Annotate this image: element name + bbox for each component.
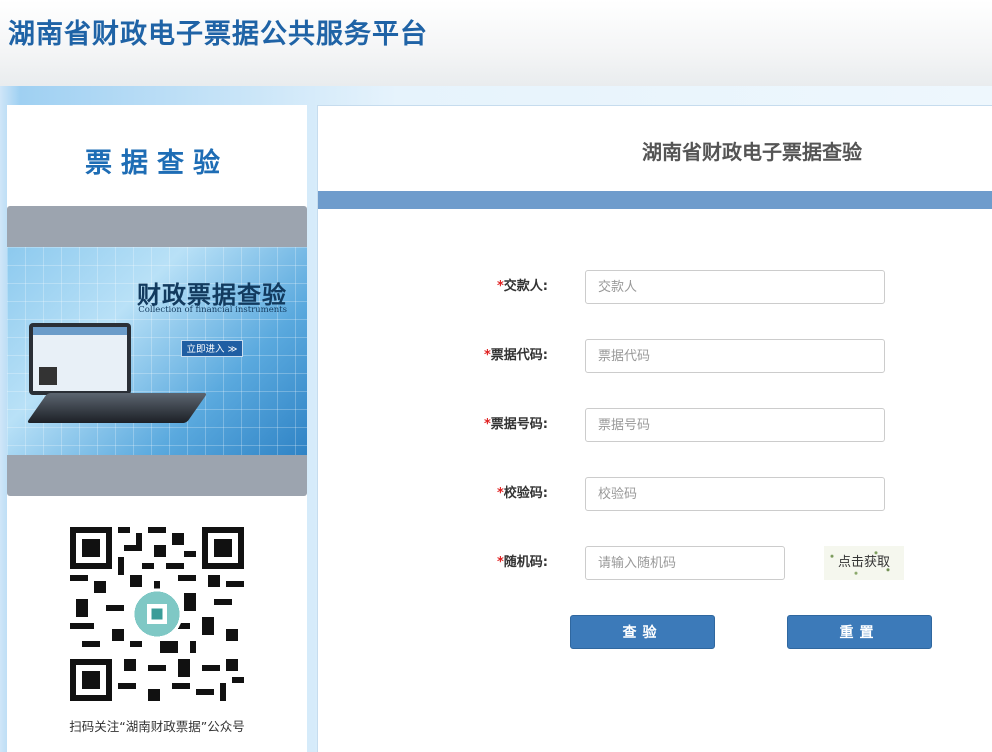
random-code-input[interactable] (585, 546, 785, 580)
captcha-image[interactable]: 点击获取 (824, 546, 904, 580)
title-divider-bar (318, 191, 992, 209)
invoice-code-label-text: 票据代码: (490, 348, 548, 363)
invoice-code-input[interactable] (585, 339, 885, 373)
random-code-label-text: 随机码: (503, 555, 548, 570)
enter-now-button[interactable]: 立即进入 ≫ (181, 340, 243, 357)
sidebar-title: 票据查验 (85, 148, 229, 179)
form-actions: 查验 重置 (318, 615, 992, 649)
main-panel: 湖南省财政电子票据查验 *交款人: *票据代码: *票据号码: *校验码: *随… (317, 105, 992, 752)
banner-subheading: Collection of financial instruments (138, 305, 287, 315)
required-mark: * (483, 417, 491, 432)
verify-banner[interactable]: 财政票据查验 Collection of financial instrumen… (7, 206, 307, 496)
check-code-label: *校验码: (448, 477, 548, 511)
verify-button[interactable]: 查验 (570, 615, 715, 649)
payer-label: *交款人: (448, 270, 548, 304)
qr-caption: 扫码关注“湖南财政票据”公众号 (69, 719, 245, 734)
form-row-random-code: *随机码: 点击获取 (318, 546, 992, 580)
check-code-label-text: 校验码: (503, 486, 548, 501)
laptop-keyboard (26, 393, 208, 423)
required-mark: * (496, 486, 504, 501)
invoice-number-label: *票据号码: (448, 408, 548, 442)
required-mark: * (483, 348, 491, 363)
invoice-code-label: *票据代码: (448, 339, 548, 373)
site-title: 湖南省财政电子票据公共服务平台 (8, 19, 428, 50)
laptop-screen (33, 327, 127, 391)
required-mark: * (496, 279, 504, 294)
random-code-label: *随机码: (448, 546, 548, 580)
invoice-number-input[interactable] (585, 408, 885, 442)
qr-code-icon (70, 527, 244, 701)
invoice-number-label-text: 票据号码: (490, 417, 548, 432)
payer-label-text: 交款人: (503, 279, 548, 294)
reset-button[interactable]: 重置 (787, 615, 932, 649)
banner-image[interactable]: 财政票据查验 Collection of financial instrumen… (7, 247, 307, 455)
laptop-icon (29, 323, 131, 395)
form-row-check-code: *校验码: (318, 477, 992, 511)
page-header: 湖南省财政电子票据公共服务平台 (0, 0, 992, 86)
check-code-input[interactable] (585, 477, 885, 511)
form-row-invoice-code: *票据代码: (318, 339, 992, 373)
sidebar: 票据查验 财政票据查验 Collection of financial inst… (7, 105, 307, 752)
form-row-payer: *交款人: (318, 270, 992, 304)
page-title: 湖南省财政电子票据查验 (642, 140, 862, 164)
payer-input[interactable] (585, 270, 885, 304)
required-mark: * (496, 555, 504, 570)
form-row-invoice-number: *票据号码: (318, 408, 992, 442)
